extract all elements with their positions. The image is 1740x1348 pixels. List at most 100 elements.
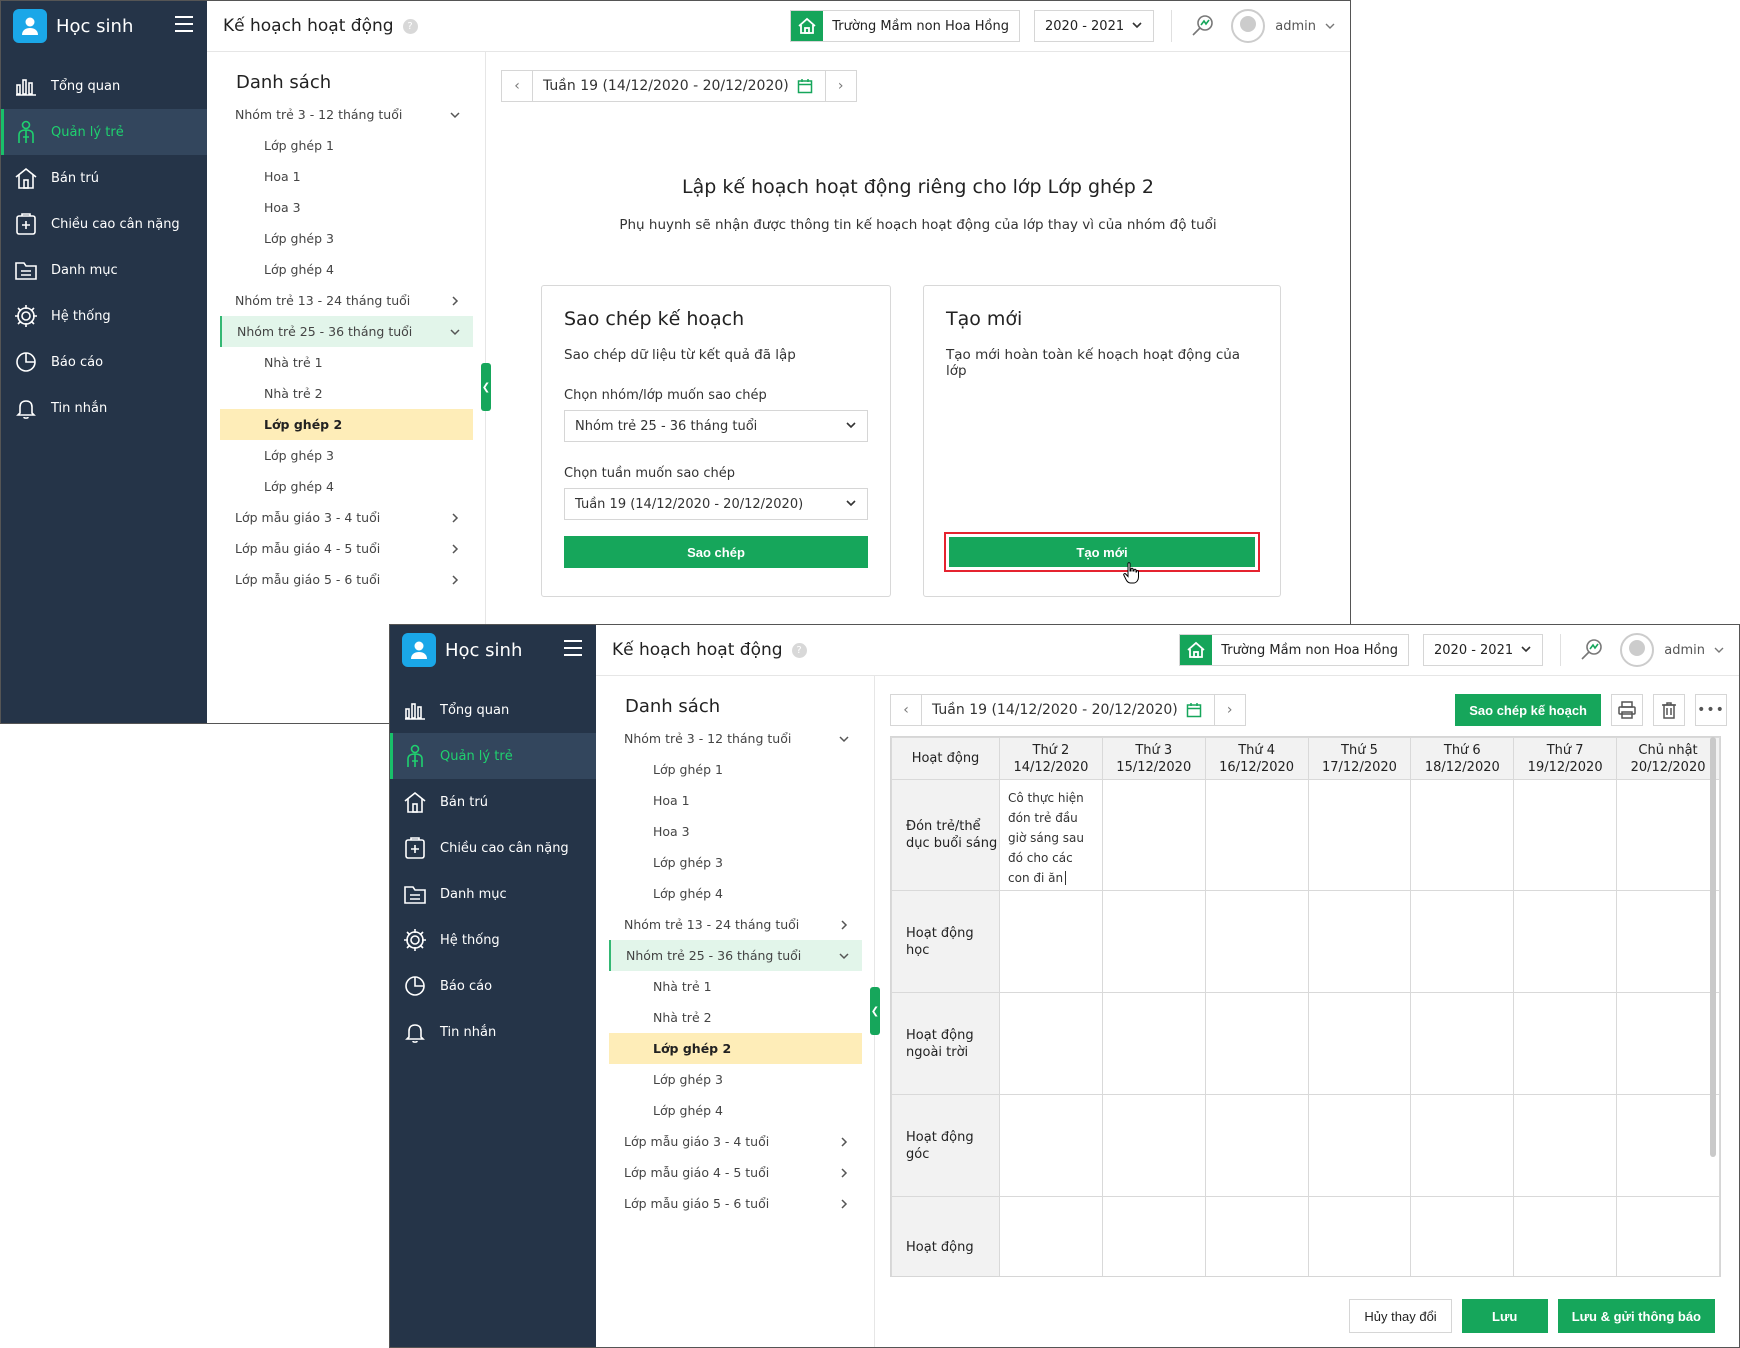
tree-group[interactable]: Lớp mẫu giáo 5 - 6 tuổi [220,564,473,595]
tree-class[interactable]: Hoa 3 [220,192,473,223]
tree-class[interactable]: Lớp ghép 3 [609,1064,862,1095]
tree-class[interactable]: Lớp ghép 2 [609,1033,862,1064]
sidebar-item-boarding[interactable]: Bán trú [390,779,596,825]
plan-cell[interactable] [1410,779,1515,891]
more-button[interactable]: ••• [1695,694,1727,726]
year-select[interactable]: 2020 - 2021 [1423,634,1543,666]
tree-class[interactable]: Lớp ghép 1 [220,130,473,161]
plan-cell[interactable] [1101,890,1206,993]
sidebar-item-overview[interactable]: Tổng quan [1,63,207,109]
tree-class[interactable]: Lớp ghép 4 [609,1095,862,1126]
sidebar-item-overview[interactable]: Tổng quan [390,687,596,733]
sidebar-item-messages[interactable]: Tin nhắn [390,1009,596,1055]
week-label-box[interactable]: Tuần 19 (14/12/2020 - 20/12/2020) [532,71,826,101]
plan-cell[interactable] [1101,1196,1206,1276]
print-button[interactable] [1611,694,1643,726]
tree-class[interactable]: Nhà trẻ 2 [220,378,473,409]
plan-cell[interactable] [1204,1094,1309,1197]
menu-icon[interactable] [175,16,193,32]
user-menu[interactable]: admin [1620,633,1725,667]
plan-cell[interactable] [999,1094,1103,1197]
analytics-search-icon[interactable] [1579,637,1605,663]
copy-group-select[interactable]: Nhóm trẻ 25 - 36 tháng tuổi [564,410,868,442]
next-week-button[interactable]: › [826,71,856,101]
plan-cell[interactable] [1616,1196,1720,1276]
collapse-panel-handle[interactable]: ❮ [870,987,880,1035]
plan-cell[interactable] [1307,890,1412,993]
menu-icon[interactable] [564,640,582,656]
create-new-button[interactable]: Tạo mới [949,537,1255,567]
tree-class[interactable]: Lớp ghép 1 [609,754,862,785]
chevron-down-icon[interactable] [838,733,850,745]
help-icon[interactable]: ? [791,642,807,658]
calendar-icon[interactable] [797,78,813,94]
chevron-down-icon[interactable] [449,326,461,338]
calendar-icon[interactable] [1186,702,1202,718]
tree-group[interactable]: Lớp mẫu giáo 4 - 5 tuổi [609,1157,862,1188]
tree-group[interactable]: Lớp mẫu giáo 5 - 6 tuổi [609,1188,862,1219]
help-icon[interactable]: ? [402,18,418,34]
sidebar-item-report[interactable]: Báo cáo [1,339,207,385]
plan-cell[interactable] [999,1196,1103,1276]
tree-class[interactable]: Lớp ghép 4 [220,254,473,285]
chevron-right-icon[interactable] [838,1198,850,1210]
tree-group[interactable]: Nhóm trẻ 3 - 12 tháng tuổi [609,723,862,754]
user-menu[interactable]: admin [1231,9,1336,43]
plan-cell[interactable] [1410,992,1515,1095]
cancel-changes-button[interactable]: Hủy thay đổi [1349,1299,1452,1333]
plan-cell[interactable] [1101,1094,1206,1197]
plan-cell[interactable] [999,890,1103,993]
prev-week-button[interactable]: ‹ [891,695,921,725]
save-notify-button[interactable]: Lưu & gửi thông báo [1557,1299,1715,1333]
tree-group[interactable]: Nhóm trẻ 3 - 12 tháng tuổi [220,99,473,130]
chevron-right-icon[interactable] [449,574,461,586]
plan-cell[interactable] [1513,890,1618,993]
chevron-right-icon[interactable] [838,919,850,931]
chevron-down-icon[interactable] [449,109,461,121]
tree-class[interactable]: Hoa 3 [609,816,862,847]
copy-button[interactable]: Sao chép [564,536,868,568]
sidebar-item-children[interactable]: Quản lý trẻ [390,733,596,779]
tree-class[interactable]: Lớp ghép 4 [609,878,862,909]
tree-class[interactable]: Hoa 1 [609,785,862,816]
plan-cell[interactable] [1307,779,1412,891]
plan-cell[interactable] [1513,1196,1618,1276]
plan-cell[interactable] [1307,1196,1412,1276]
chevron-right-icon[interactable] [449,295,461,307]
tree-group[interactable]: Lớp mẫu giáo 3 - 4 tuổi [220,502,473,533]
vertical-scrollbar[interactable] [1710,737,1716,1157]
delete-button[interactable] [1653,694,1685,726]
plan-cell-editor[interactable]: Cô thực hiện đón trẻ đầu giờ sáng sau đó… [999,779,1103,891]
chevron-right-icon[interactable] [449,543,461,555]
tree-group[interactable]: Lớp mẫu giáo 4 - 5 tuổi [220,533,473,564]
plan-cell[interactable] [1204,1196,1309,1276]
tree-class[interactable]: Lớp ghép 4 [220,471,473,502]
tree-class[interactable]: Nhà trẻ 2 [609,1002,862,1033]
chevron-right-icon[interactable] [838,1136,850,1148]
plan-cell[interactable] [999,992,1103,1095]
sidebar-item-height-weight[interactable]: Chiều cao cân nặng [390,825,596,871]
plan-cell[interactable] [1616,779,1720,891]
tree-group[interactable]: Nhóm trẻ 13 - 24 tháng tuổi [220,285,473,316]
week-label-box[interactable]: Tuần 19 (14/12/2020 - 20/12/2020) [921,695,1215,725]
tree-class[interactable]: Lớp ghép 2 [220,409,473,440]
plan-cell[interactable] [1513,779,1618,891]
chevron-right-icon[interactable] [838,1167,850,1179]
tree-group[interactable]: Nhóm trẻ 25 - 36 tháng tuổi [220,316,473,347]
save-button[interactable]: Lưu [1461,1299,1548,1333]
tree-class[interactable]: Lớp ghép 3 [220,223,473,254]
plan-cell[interactable] [1410,1196,1515,1276]
next-week-button[interactable]: › [1215,695,1245,725]
plan-cell[interactable] [1410,1094,1515,1197]
plan-cell[interactable] [1616,1094,1720,1197]
plan-cell[interactable] [1513,992,1618,1095]
sidebar-item-height-weight[interactable]: Chiều cao cân nặng [1,201,207,247]
plan-cell[interactable] [1204,890,1309,993]
sidebar-item-system[interactable]: Hệ thống [390,917,596,963]
school-selector[interactable]: Trường Mầm non Hoa Hồng [1179,634,1409,666]
chevron-down-icon[interactable] [838,950,850,962]
sidebar-item-catalog[interactable]: Danh mục [1,247,207,293]
prev-week-button[interactable]: ‹ [502,71,532,101]
sidebar-item-system[interactable]: Hệ thống [1,293,207,339]
plan-cell[interactable] [1616,992,1720,1095]
